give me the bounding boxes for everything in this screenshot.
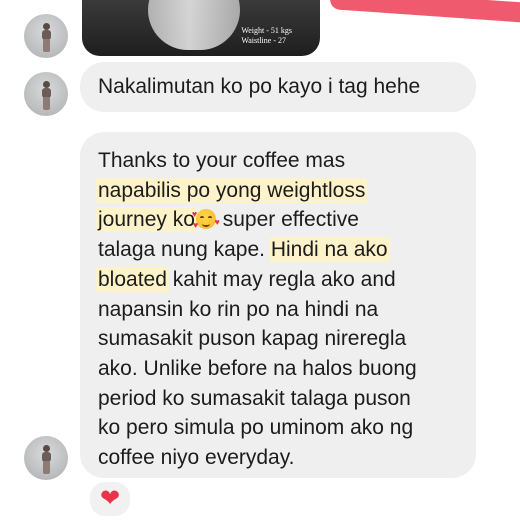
message-line: period ko sumasakit talaga puson <box>98 384 417 414</box>
decorative-red-stripe <box>329 0 520 23</box>
message-text-segment: super effective <box>216 208 359 232</box>
message-text-segment: kahit may regla ako and <box>166 267 396 291</box>
message-line: ako. Unlike before na halos buong <box>98 354 417 384</box>
message-text-segment: Thanks to your coffee mas <box>98 149 346 172</box>
message-text-segment: coffee niyo everyday. <box>98 446 295 470</box>
message-line: sumasakit puson kapag nireregla <box>98 324 417 354</box>
avatar[interactable] <box>24 14 68 58</box>
photo-figure <box>148 0 240 50</box>
message-text-segment: ko pero simula po uminom ako ng <box>98 416 414 440</box>
message-text-segment: talaga nung kape. <box>98 238 271 262</box>
red-heart-icon: ❤ <box>99 485 121 512</box>
message-text-segment: napansin ko rin po na hindi na <box>98 297 379 321</box>
avatar[interactable] <box>24 72 68 116</box>
photo-caption: Weight - 51 kgs Waistline - 27 <box>241 26 292 46</box>
shared-photo[interactable]: Weight - 51 kgs Waistline - 27 <box>82 0 320 56</box>
message-text-segment: ako. Unlike before na halos buong <box>98 356 417 380</box>
message-line: Thanks to your coffee mas <box>98 146 417 176</box>
message-line: talaga nung kape. Hindi na ako <box>98 235 417 265</box>
message-line: napabilis po yong weightloss <box>96 176 417 206</box>
highlighted-text: Hindi na ako <box>268 237 390 263</box>
message-text: Nakalimutan ko po kayo i tag hehe <box>98 75 421 98</box>
photo-caption-waistline: Waistline - 27 <box>241 36 286 45</box>
highlighted-text: napabilis po yong weightloss <box>96 177 368 203</box>
photo-caption-weight: Weight - 51 kgs <box>241 26 292 35</box>
message-text-segment: sumasakit puson kapag nireregla <box>98 327 407 351</box>
avatar[interactable] <box>24 436 68 480</box>
message-line: napansin ko rin po na hindi na <box>98 295 417 325</box>
message-text-segment: period ko sumasakit talaga puson <box>98 386 411 410</box>
message-bubble[interactable]: Thanks to your coffee mas napabilis po yo… <box>80 132 476 478</box>
smiling-face-with-hearts-icon: ♥ ♥ ♥ <box>191 209 220 231</box>
highlighted-text: journey ko <box>96 207 197 233</box>
message-line: coffee niyo everyday. <box>98 443 417 473</box>
message-line: ko pero simula po uminom ako ng <box>98 413 417 443</box>
message-line: journey ko ♥ ♥ ♥ super effective <box>96 205 417 235</box>
highlighted-text: bloated <box>96 266 169 292</box>
message-text: Thanks to your coffee mas napabilis po yo… <box>96 146 417 473</box>
message-line: bloated kahit may regla ako and <box>96 265 417 295</box>
message-bubble[interactable]: Nakalimutan ko po kayo i tag hehe <box>80 62 476 112</box>
reaction-heart-icon[interactable]: ❤ <box>88 480 132 518</box>
